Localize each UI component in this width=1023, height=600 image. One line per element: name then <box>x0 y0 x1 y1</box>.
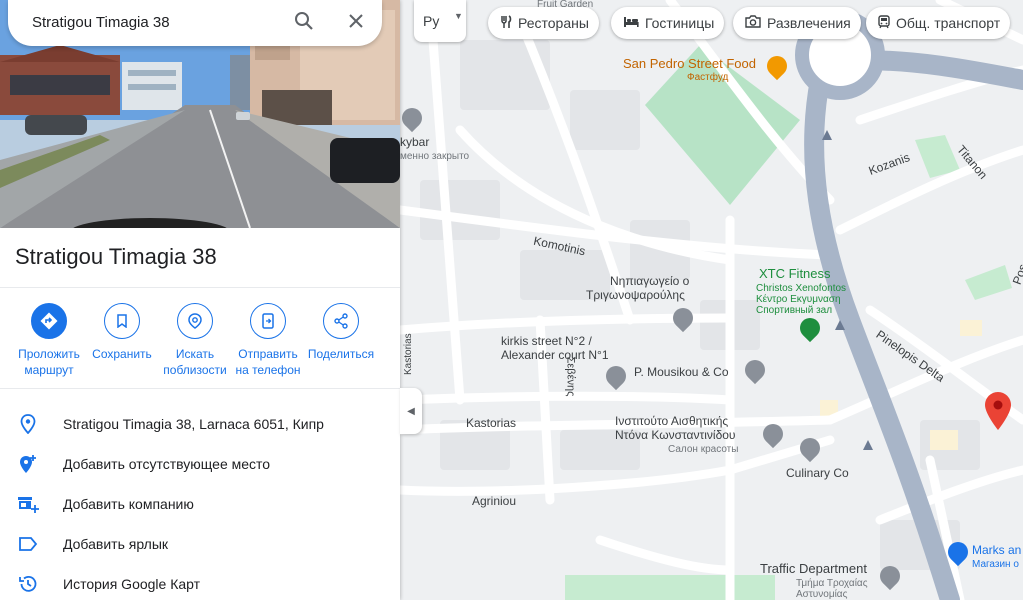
street-label-sevenis: Σεβένης <box>564 356 577 397</box>
map-label-mousikou[interactable]: P. Mousikou & Co <box>634 366 729 379</box>
add-missing-place-row[interactable]: Добавить отсутствующее место <box>0 444 400 484</box>
map-label-kindergarten-2: Τριγωνοψαρούλης <box>586 288 685 302</box>
divider <box>0 388 400 389</box>
directions-button[interactable]: Проложить маршрут <box>12 303 86 378</box>
nearby-label: Искать поблизости <box>163 347 227 377</box>
search-box[interactable]: Stratigou Timagia 38 <box>8 0 382 46</box>
send-to-phone-button[interactable]: Отправить на телефон <box>231 303 305 378</box>
hotel-icon <box>623 16 639 31</box>
add-place-icon <box>16 452 40 476</box>
history-icon <box>16 572 40 596</box>
directions-label: Проложить маршрут <box>18 347 80 377</box>
place-title: Stratigou Timagia 38 <box>15 244 217 269</box>
camera-icon <box>745 15 761 31</box>
chip-restaurants[interactable]: Рестораны <box>488 7 599 39</box>
add-label-text: Добавить ярлык <box>63 536 169 552</box>
street-label-kastorias: Kastorias <box>466 416 517 430</box>
map-label-traffic[interactable]: Traffic Department <box>760 562 867 575</box>
map-label-institute-3: Салон красоты <box>668 444 739 455</box>
search-input[interactable]: Stratigou Timagia 38 <box>32 14 170 31</box>
map-label-institute-2: Ντόνα Κωνσταντινίδου <box>615 428 736 442</box>
address-text: Stratigou Timagia 38, Larnaca 6051, Кипр <box>63 416 324 432</box>
chevron-down-icon[interactable]: ▼ <box>454 11 463 21</box>
collapse-panel-button[interactable]: ◀ <box>400 388 422 434</box>
map-label-marks[interactable]: Marks an <box>972 544 1021 557</box>
chevron-left-icon: ◀ <box>407 405 415 417</box>
send-to-phone-icon <box>250 303 286 339</box>
add-business-text: Добавить компанию <box>63 496 194 512</box>
restaurant-icon <box>500 14 512 32</box>
save-label: Сохранить <box>92 347 152 361</box>
close-icon[interactable] <box>344 11 368 35</box>
address-row[interactable]: Stratigou Timagia 38, Larnaca 6051, Кипр <box>0 404 400 444</box>
nearby-button[interactable]: Искать поблизости <box>158 303 232 378</box>
street-label-agriniou: Agriniou <box>472 494 517 508</box>
directions-icon <box>31 303 67 339</box>
red-pin-icon <box>985 392 1011 430</box>
street-label-kastorias-vertical: Kastorias <box>403 333 414 375</box>
share-icon <box>323 303 359 339</box>
save-button[interactable]: Сохранить <box>85 303 159 362</box>
map-label-kybar[interactable]: kybar <box>400 136 429 149</box>
place-panel: Stratigou Timagia 38 Stratigou Timagia 3… <box>0 0 400 600</box>
maps-history-text: История Google Карт <box>63 576 201 592</box>
map-roads <box>400 0 1023 600</box>
chip-entertainment-label: Развлечения <box>767 15 851 31</box>
input-tools-label: Ру <box>423 13 440 29</box>
map-label-san-pedro[interactable]: San Pedro Street Food <box>623 57 756 70</box>
chip-transit-label: Общ. транспорт <box>896 15 1001 31</box>
map-label-xtc-fitness[interactable]: XTC Fitness <box>759 267 831 280</box>
add-business-icon <box>16 492 40 516</box>
add-label-row[interactable]: Добавить ярлык <box>0 524 400 564</box>
chip-entertainment[interactable]: Развлечения <box>733 7 861 39</box>
map-label-culinary[interactable]: Culinary Co <box>786 467 849 480</box>
transit-icon <box>878 14 890 32</box>
map-label-traffic-3: Αστυνομίας <box>796 589 848 600</box>
add-missing-place-text: Добавить отсутствующее место <box>63 456 271 472</box>
divider <box>0 287 400 288</box>
map-label-kirkis[interactable]: kirkis street N°2 / <box>501 335 592 348</box>
add-business-row[interactable]: Добавить компанию <box>0 484 400 524</box>
chip-restaurants-label: Рестораны <box>518 15 589 31</box>
input-tools-button[interactable]: Ру ▼ <box>414 0 466 42</box>
map-canvas[interactable]: Fruit Garden San Pedro Street Food Фастф… <box>400 0 1023 600</box>
map-label-xtc-sub3: Спортивный зал <box>756 305 833 316</box>
map-label-fastfood: Фастфуд <box>687 72 729 83</box>
map-label-kirkis-2: Alexander court N°1 <box>501 348 609 362</box>
search-icon[interactable] <box>292 11 316 35</box>
location-pin-icon <box>16 412 40 436</box>
bookmark-icon <box>104 303 140 339</box>
share-button[interactable]: Поделиться <box>304 303 378 362</box>
chip-hotels-label: Гостиницы <box>645 15 715 31</box>
label-icon <box>16 532 40 556</box>
share-label: Поделиться <box>307 347 375 361</box>
selected-location-marker[interactable] <box>985 392 1011 430</box>
map-label-institute[interactable]: Ινστιτούτο Αισθητικής <box>615 415 728 428</box>
map-label-temp-closed: менно закрыто <box>400 151 470 162</box>
nearby-icon <box>177 303 213 339</box>
map-label-kindergarten[interactable]: Νηπιαγωγείο ο <box>610 275 689 288</box>
chip-transit[interactable]: Общ. транспорт <box>866 7 1011 39</box>
map-label-marks-2: Магазин о <box>972 559 1019 570</box>
send-to-phone-label: Отправить на телефон <box>235 347 301 377</box>
chip-hotels[interactable]: Гостиницы <box>611 7 725 39</box>
maps-history-row[interactable]: История Google Карт <box>0 564 400 600</box>
